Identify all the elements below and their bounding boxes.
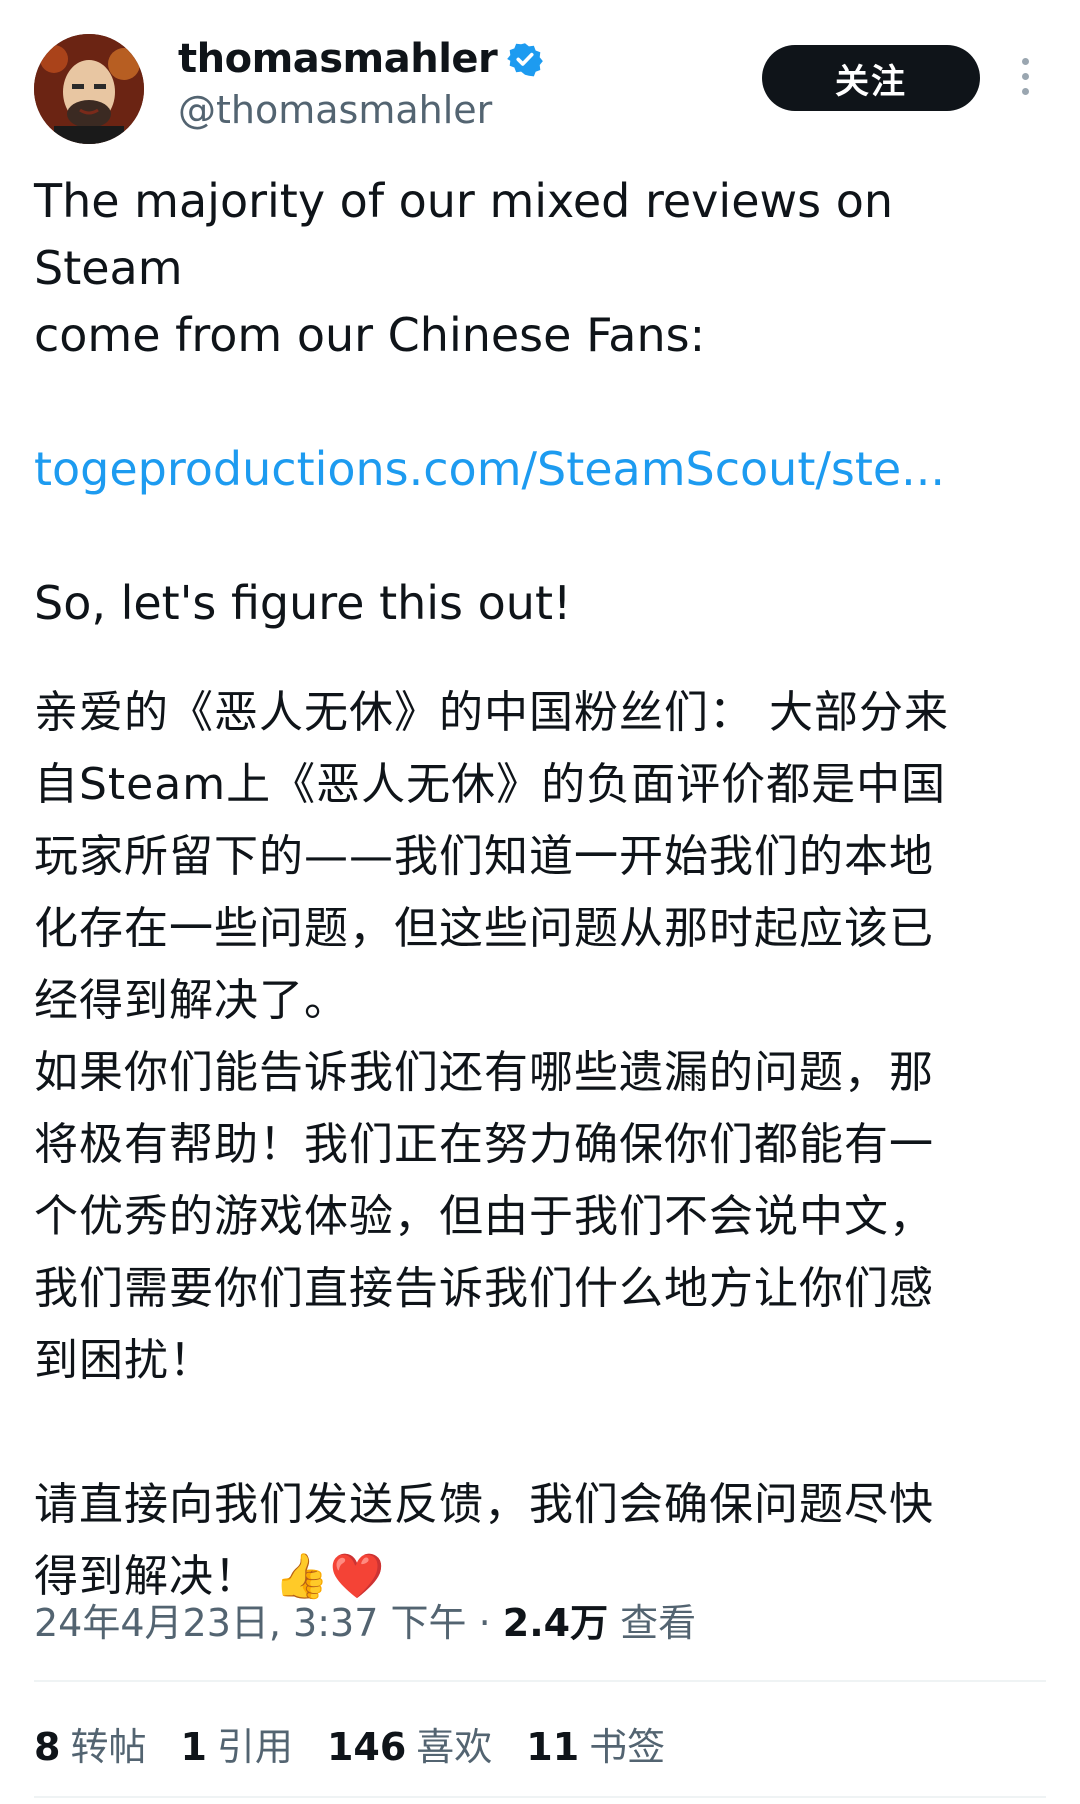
zh-line: 我们需要你们直接告诉我们什么地方让你们感	[34, 1263, 934, 1314]
tweet-link[interactable]: togeproductions.com/SteamScout/ste...	[34, 442, 945, 496]
divider	[34, 1680, 1046, 1682]
stat-bookmarks[interactable]: 11 书签	[526, 1716, 665, 1771]
zh-line: 化存在一些问题，但这些问题从那时起应该已	[34, 903, 934, 954]
stat-quotes[interactable]: 1 引用	[180, 1716, 292, 1771]
display-name[interactable]: thomasmahler	[178, 36, 498, 82]
stat-reposts[interactable]: 8 转帖	[34, 1716, 146, 1771]
tweet-stats: 8 转帖 1 引用 146 喜欢 11 书签	[34, 1716, 665, 1771]
views-label: 查看	[620, 1601, 697, 1645]
zh-line: 亲爱的《恶人无休》的中国粉丝们： 大部分来	[34, 687, 949, 738]
avatar[interactable]	[34, 34, 144, 144]
tweet-line: come from our Chinese Fans:	[34, 308, 706, 362]
verified-badge-icon	[507, 41, 544, 77]
views-count: 2.4万	[502, 1601, 609, 1645]
stat-likes[interactable]: 146 喜欢	[327, 1716, 492, 1771]
avatar-image	[34, 34, 144, 144]
tweet-meta: 24年4月23日, 3:37 下午 · 2.4万 查看	[34, 1592, 696, 1647]
user-handle[interactable]: @thomasmahler	[178, 88, 492, 132]
tweet-line: So, let's figure this out!	[34, 576, 572, 630]
tweet-text: The majority of our mixed reviews on Ste…	[34, 168, 1054, 1613]
meta-separator: ·	[478, 1601, 491, 1645]
zh-line: 到困扰！	[34, 1335, 214, 1386]
zh-line: 自Steam上《恶人无休》的负面评价都是中国	[34, 759, 947, 810]
zh-line: 个优秀的游戏体验，但由于我们不会说中文，	[34, 1191, 934, 1242]
zh-line: 请直接向我们发送反馈，我们会确保问题尽快	[34, 1479, 934, 1530]
chinese-message: 亲爱的《恶人无休》的中国粉丝们： 大部分来 自Steam上《恶人无休》的负面评价…	[34, 677, 1054, 1613]
zh-line: 如果你们能告诉我们还有哪些遗漏的问题，那	[34, 1047, 934, 1098]
name-row: thomasmahler	[178, 36, 544, 82]
zh-line: 玩家所留下的——我们知道一开始我们的本地	[34, 831, 934, 882]
tweet-line: The majority of our mixed reviews on Ste…	[34, 174, 893, 295]
more-vertical-icon[interactable]	[1010, 58, 1040, 98]
follow-button[interactable]: 关注	[762, 45, 980, 111]
timestamp[interactable]: 24年4月23日, 3:37 下午	[34, 1601, 466, 1645]
tweet-header: thomasmahler @thomasmahler 关注	[0, 0, 1080, 150]
zh-line: 经得到解决了。	[34, 975, 349, 1026]
divider	[34, 1796, 1046, 1798]
zh-line: 将极有帮助！我们正在努力确保你们都能有一	[34, 1119, 934, 1170]
